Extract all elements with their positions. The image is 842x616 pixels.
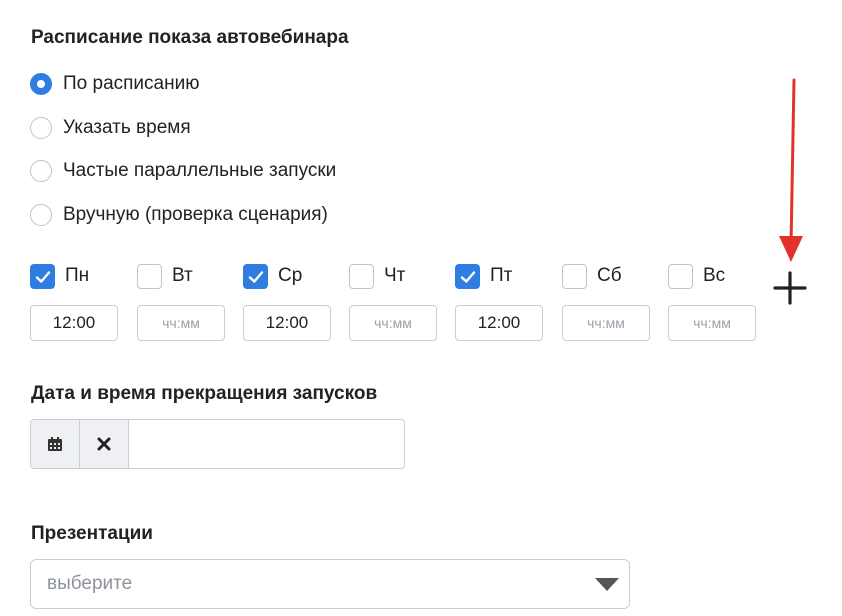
calendar-icon [48, 437, 62, 451]
day-wednesday[interactable]: Ср [243, 263, 302, 289]
schedule-title: Расписание показа автовебинара [31, 27, 349, 48]
presentations-select[interactable]: выберите [30, 559, 630, 609]
radio-by-schedule[interactable]: По расписанию [30, 71, 199, 97]
radio-button[interactable] [30, 160, 52, 182]
stop-date-picker [30, 419, 405, 469]
radio-button[interactable] [30, 73, 52, 95]
add-time-button[interactable] [772, 270, 808, 306]
radio-button[interactable] [30, 117, 52, 139]
radio-label: По расписанию [63, 73, 200, 94]
checkbox-sunday[interactable] [668, 263, 693, 289]
check-icon [460, 270, 476, 283]
time-input-tuesday[interactable] [137, 305, 225, 341]
day-friday[interactable]: Пт [455, 263, 512, 289]
stop-date-title: Дата и время прекращения запусков [31, 383, 378, 404]
radio-button[interactable] [30, 204, 52, 226]
day-thursday[interactable]: Чт [349, 263, 405, 289]
day-label: Пн [65, 265, 90, 286]
radio-frequent-parallel[interactable]: Частые параллельные запуски [30, 158, 336, 184]
checkbox-wednesday[interactable] [243, 263, 268, 289]
plus-icon [773, 271, 807, 305]
time-input-sunday[interactable] [668, 305, 756, 341]
day-label: Вс [703, 265, 726, 286]
checkbox-saturday[interactable] [562, 263, 587, 289]
radio-specify-time[interactable]: Указать время [30, 115, 191, 141]
time-input-friday[interactable] [455, 305, 543, 341]
time-input-wednesday[interactable] [243, 305, 331, 341]
day-label: Чт [384, 265, 406, 286]
presentations-title: Презентации [31, 523, 153, 544]
day-label: Вт [172, 265, 193, 286]
time-input-thursday[interactable] [349, 305, 437, 341]
day-sunday[interactable]: Вс [668, 263, 725, 289]
radio-label: Частые параллельные запуски [63, 160, 337, 181]
radio-manual[interactable]: Вручную (проверка сценария) [30, 202, 328, 228]
day-label: Ср [278, 265, 303, 286]
time-input-monday[interactable] [30, 305, 118, 341]
day-label: Пт [490, 265, 513, 286]
radio-label: Вручную (проверка сценария) [63, 204, 328, 225]
time-input-saturday[interactable] [562, 305, 650, 341]
day-saturday[interactable]: Сб [562, 263, 622, 289]
checkbox-thursday[interactable] [349, 263, 374, 289]
clear-date-button[interactable] [80, 420, 129, 468]
radio-label: Указать время [63, 117, 191, 138]
checkbox-monday[interactable] [30, 263, 55, 289]
close-icon [97, 437, 111, 451]
day-monday[interactable]: Пн [30, 263, 89, 289]
check-icon [248, 270, 264, 283]
stop-date-input[interactable] [129, 420, 404, 468]
calendar-button[interactable] [31, 420, 80, 468]
day-label: Сб [597, 265, 622, 286]
day-tuesday[interactable]: Вт [137, 263, 193, 289]
checkbox-friday[interactable] [455, 263, 480, 289]
annotation-arrow-icon [779, 78, 803, 262]
select-placeholder: выберите [47, 573, 133, 594]
check-icon [35, 270, 51, 283]
caret-down-icon [595, 578, 619, 591]
checkbox-tuesday[interactable] [137, 263, 162, 289]
